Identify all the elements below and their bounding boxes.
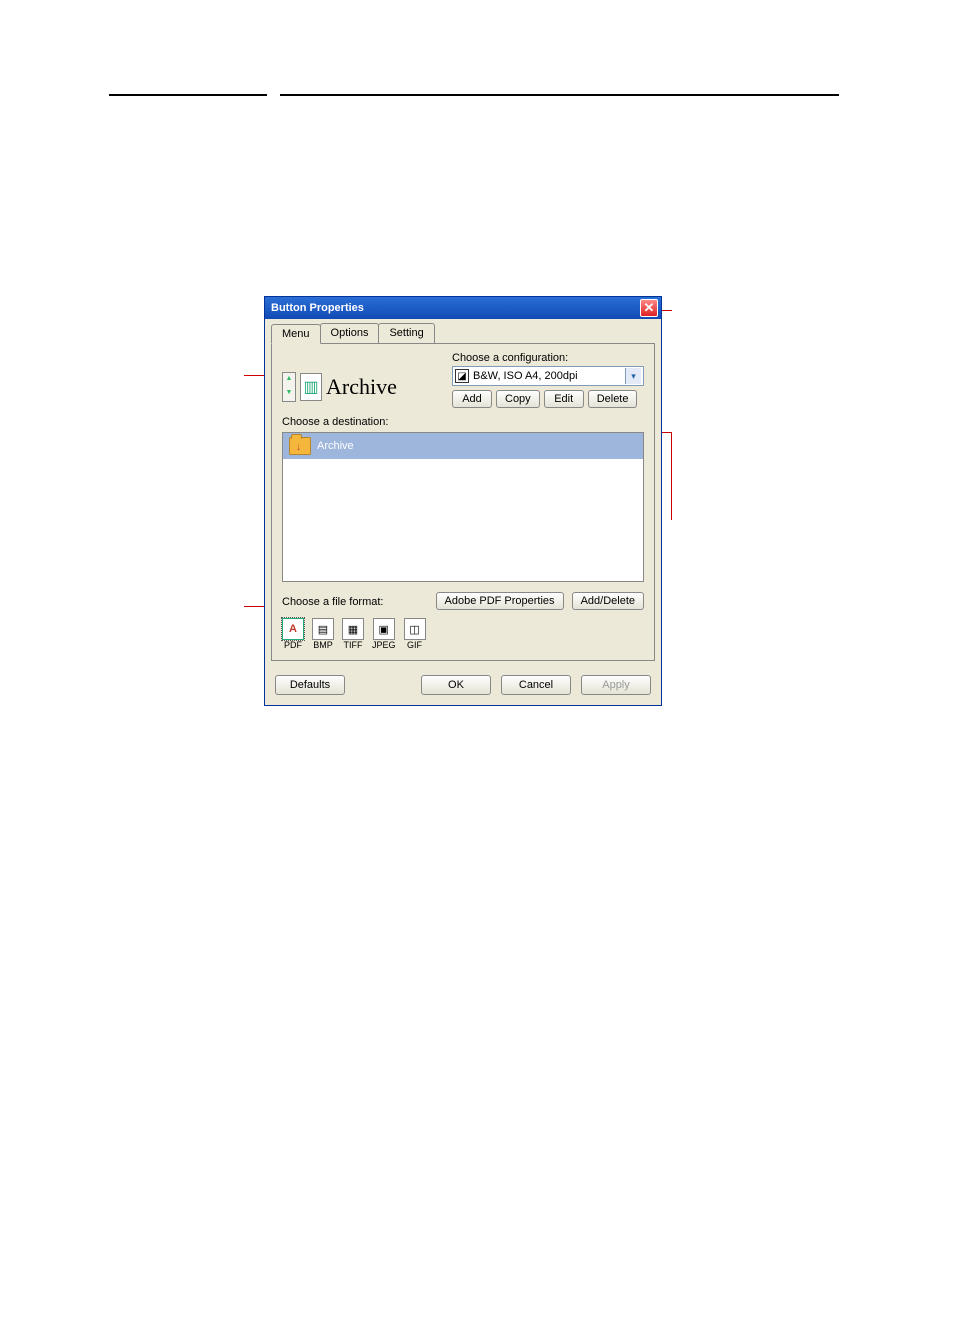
chevron-down-icon[interactable]: ▼ — [283, 387, 295, 401]
format-jpeg[interactable]: ▣ JPEG — [372, 618, 396, 650]
close-icon[interactable]: ✕ — [640, 299, 658, 317]
chevron-up-icon[interactable]: ▲ — [283, 373, 295, 387]
archive-spinner[interactable]: ▲ ▼ — [282, 372, 296, 402]
ok-button[interactable]: OK — [421, 675, 491, 695]
destination-label: Choose a destination: — [282, 416, 644, 428]
config-add-button[interactable]: Add — [452, 390, 492, 408]
tiff-icon: ▦ — [342, 618, 364, 640]
format-label: GIF — [407, 640, 422, 650]
format-pdf[interactable]: A PDF — [282, 618, 304, 650]
config-combo[interactable]: ◪ B&W, ISO A4, 200dpi ▾ — [452, 366, 644, 386]
tab-row: Menu Options Setting — [265, 319, 661, 343]
button-properties-dialog: Button Properties ✕ Menu Options Setting… — [264, 296, 662, 706]
config-combo-icon: ◪ — [455, 369, 469, 383]
apply-button[interactable]: Apply — [581, 675, 651, 695]
gif-icon: ◫ — [404, 618, 426, 640]
defaults-button[interactable]: Defaults — [275, 675, 345, 695]
add-delete-button[interactable]: Add/Delete — [572, 592, 644, 610]
folder-icon: ↓ — [289, 437, 311, 455]
titlebar: Button Properties ✕ — [265, 297, 661, 319]
archive-icon: ▥ — [300, 373, 322, 401]
archive-label: Archive — [326, 374, 397, 400]
format-label: PDF — [284, 640, 302, 650]
dialog-buttons: Defaults OK Cancel Apply — [265, 667, 661, 705]
format-bmp[interactable]: ▤ BMP — [312, 618, 334, 650]
config-edit-button[interactable]: Edit — [544, 390, 584, 408]
destination-item-label: Archive — [317, 440, 354, 452]
config-combo-text: B&W, ISO A4, 200dpi — [473, 370, 625, 382]
format-gif[interactable]: ◫ GIF — [404, 618, 426, 650]
header-underline-2 — [280, 94, 839, 96]
window-title: Button Properties — [271, 302, 364, 314]
header-underline-1 — [109, 94, 267, 96]
destination-list[interactable]: ↓ Archive — [282, 432, 644, 582]
pdf-icon: A — [282, 618, 304, 640]
chevron-down-icon[interactable]: ▾ — [625, 368, 641, 384]
config-delete-button[interactable]: Delete — [588, 390, 638, 408]
tab-content: ▲ ▼ ▥ Archive Choose a configuration: ◪ … — [271, 343, 655, 661]
jpeg-icon: ▣ — [373, 618, 395, 640]
archive-block: ▲ ▼ ▥ Archive — [282, 352, 397, 408]
tab-setting[interactable]: Setting — [378, 323, 434, 343]
format-label: JPEG — [372, 640, 396, 650]
config-copy-button[interactable]: Copy — [496, 390, 540, 408]
fileformat-icons: A PDF ▤ BMP ▦ TIFF ▣ JPEG ◫ GIF — [282, 618, 644, 650]
bmp-icon: ▤ — [312, 618, 334, 640]
format-tiff[interactable]: ▦ TIFF — [342, 618, 364, 650]
config-label: Choose a configuration: — [452, 352, 644, 364]
fileformat-label: Choose a file format: — [282, 592, 384, 608]
list-item[interactable]: ↓ Archive — [283, 433, 643, 459]
config-block: Choose a configuration: ◪ B&W, ISO A4, 2… — [452, 352, 644, 408]
cancel-button[interactable]: Cancel — [501, 675, 571, 695]
format-label: BMP — [313, 640, 333, 650]
tab-options[interactable]: Options — [320, 323, 380, 343]
tab-menu[interactable]: Menu — [271, 324, 321, 344]
format-label: TIFF — [344, 640, 363, 650]
callout-line — [671, 432, 672, 520]
pdf-properties-button[interactable]: Adobe PDF Properties — [436, 592, 564, 610]
